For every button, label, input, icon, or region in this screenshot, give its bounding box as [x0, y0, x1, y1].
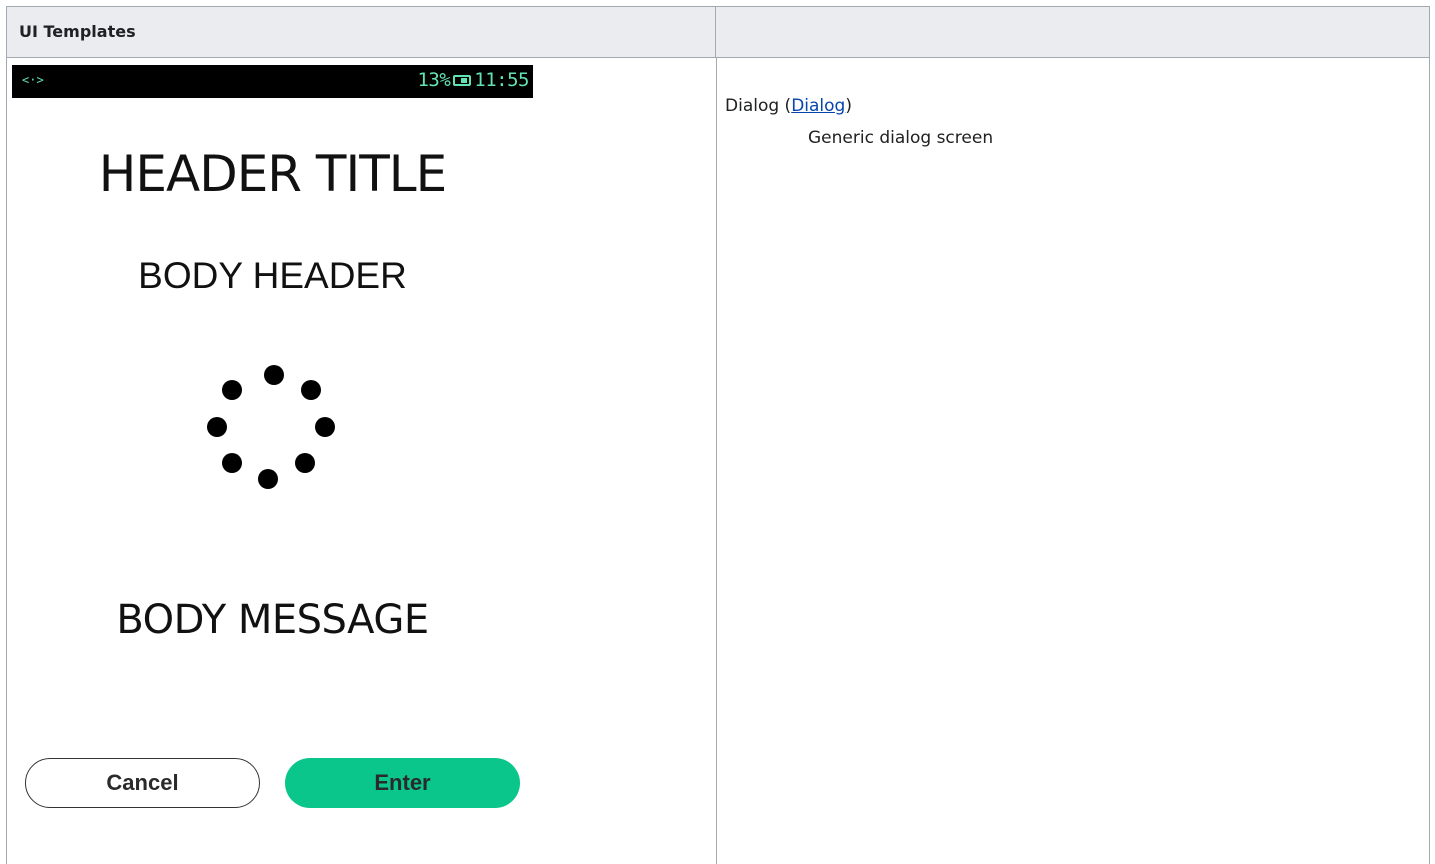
spinner-dot: [207, 417, 227, 437]
cancel-button[interactable]: Cancel: [25, 758, 260, 808]
body-message: BODY MESSAGE: [116, 597, 429, 643]
column-header-ui-templates: UI Templates: [7, 7, 716, 57]
spinner-dot: [222, 453, 242, 473]
enter-button[interactable]: Enter: [285, 758, 520, 808]
battery-percent: 13%: [417, 69, 451, 91]
loading-spinner-icon: [207, 365, 335, 489]
clock-time: 11:55: [474, 69, 529, 91]
spinner-dot: [315, 417, 335, 437]
template-link[interactable]: Dialog: [791, 96, 845, 116]
template-name: Dialog: [725, 96, 780, 116]
template-description: Dialog (Dialog): [725, 96, 852, 116]
spinner-dot: [258, 469, 278, 489]
spinner-dot: [264, 365, 284, 385]
header-title: HEADER TITLE: [98, 145, 447, 203]
status-bar: <·> 13% 11:55: [12, 65, 533, 98]
connection-icon: <·>: [22, 73, 44, 87]
status-right-group: 13% 11:55: [417, 69, 529, 91]
device-preview: <·> 13% 11:55 HEADER TITLE BODY HEADER B…: [12, 65, 533, 825]
template-summary: Generic dialog screen: [808, 128, 994, 148]
spinner-dot: [295, 453, 315, 473]
column-divider: [716, 58, 717, 864]
spinner-dot: [301, 380, 321, 400]
body-header: BODY HEADER: [138, 255, 407, 296]
column-header-description: [716, 7, 1429, 57]
battery-icon: [453, 74, 472, 86]
table-header-row: UI Templates: [7, 7, 1429, 58]
spinner-dot: [222, 380, 242, 400]
